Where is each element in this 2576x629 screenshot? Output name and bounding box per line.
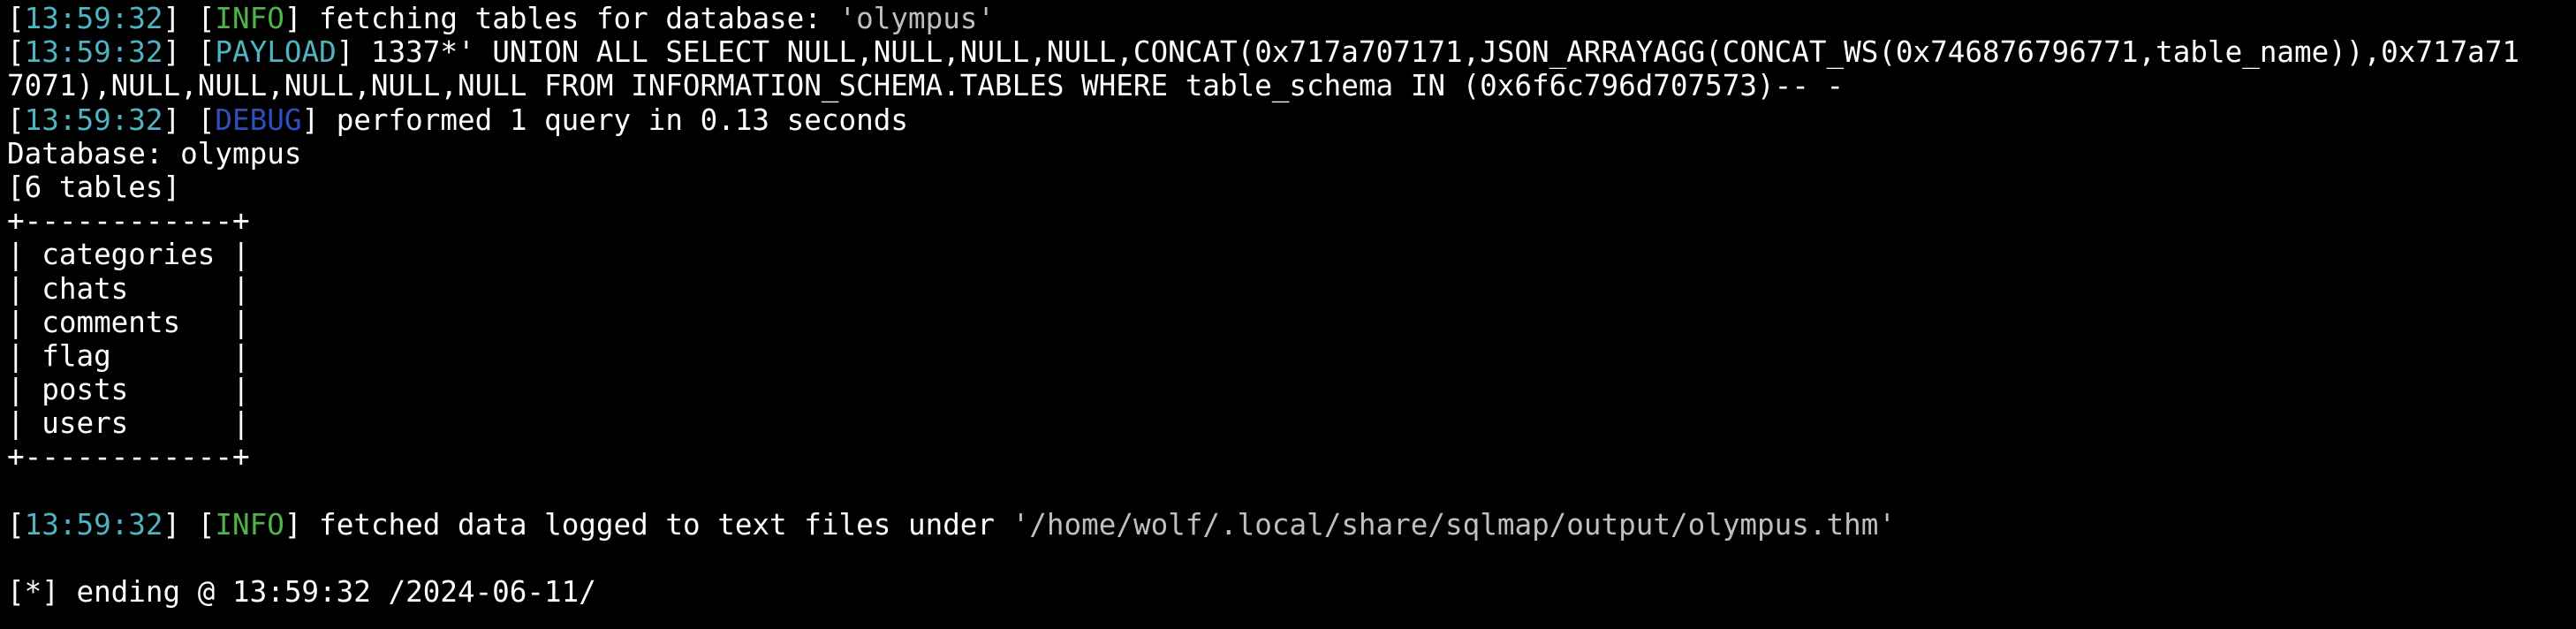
table-row: | comments | bbox=[7, 305, 250, 339]
log-line-debug: [13:59:32] [DEBUG] performed 1 query in … bbox=[7, 102, 908, 137]
quoted-database-name: 'olympus' bbox=[838, 2, 996, 35]
log-line-info-output: [13:59:32] [INFO] fetched data logged to… bbox=[7, 507, 1896, 542]
log-level-debug: DEBUG bbox=[215, 102, 302, 137]
table-border-top: +------------+ bbox=[7, 204, 250, 239]
log-level-info: INFO bbox=[215, 507, 284, 542]
table-row: | flag | bbox=[7, 338, 250, 373]
log-level-info: INFO bbox=[215, 2, 284, 35]
log-line-payload: [13:59:32] [PAYLOAD] 1337*' UNION ALL SE… bbox=[7, 35, 2520, 70]
terminal-window[interactable]: [13:59:32] [INFO] fetching tables for da… bbox=[0, 0, 2576, 629]
log-line-info-fetching: [13:59:32] [INFO] fetching tables for da… bbox=[7, 2, 996, 35]
timestamp: 13:59:32 bbox=[24, 102, 163, 137]
database-label: Database: olympus bbox=[7, 136, 302, 171]
log-message: performed 1 query in 0.13 seconds bbox=[319, 102, 908, 137]
timestamp: 13:59:32 bbox=[24, 2, 163, 35]
table-row: | posts | bbox=[7, 373, 250, 407]
table-row: | users | bbox=[7, 406, 250, 441]
timestamp: 13:59:32 bbox=[24, 507, 163, 542]
log-level-payload: PAYLOAD bbox=[215, 35, 337, 70]
payload-text: 1337*' UNION ALL SELECT NULL,NULL,NULL,N… bbox=[353, 35, 2520, 70]
log-message: fetched data logged to text files under bbox=[301, 507, 1012, 542]
timestamp: 13:59:32 bbox=[24, 35, 163, 70]
table-row: | categories | bbox=[7, 238, 250, 272]
log-message: fetching tables for database: bbox=[301, 2, 839, 35]
table-border-bottom: +------------+ bbox=[7, 440, 250, 474]
output-path: '/home/wolf/.local/share/sqlmap/output/o… bbox=[1011, 507, 1896, 542]
payload-continuation: 7071),NULL,NULL,NULL,NULL,NULL FROM INFO… bbox=[7, 69, 1845, 103]
ending-line: [*] ending @ 13:59:32 /2024-06-11/ bbox=[7, 575, 596, 610]
table-count: [6 tables] bbox=[7, 170, 181, 204]
table-row: | chats | bbox=[7, 271, 250, 306]
